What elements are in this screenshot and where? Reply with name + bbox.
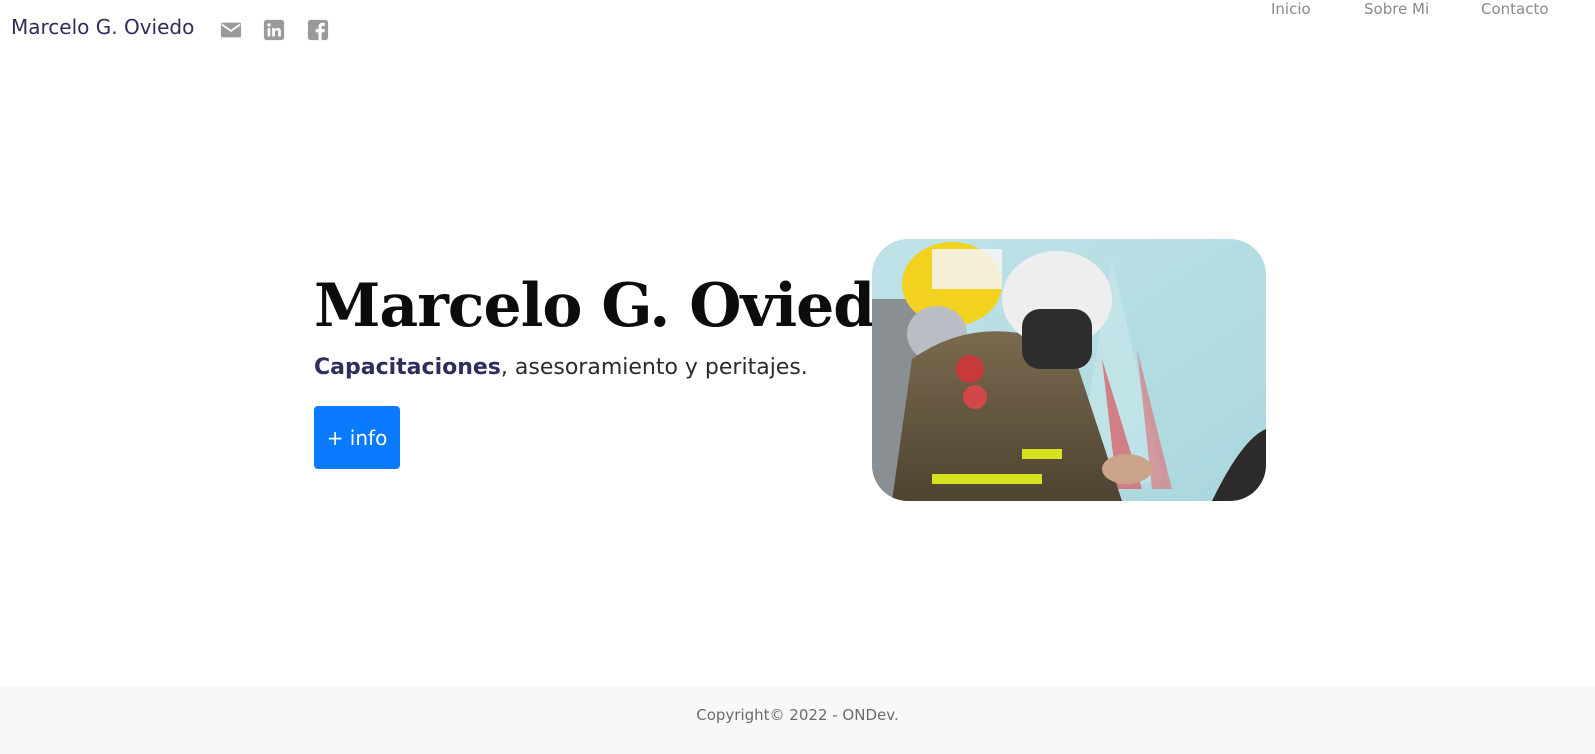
linkedin-icon-graphic [263,19,285,41]
firefighter-photo-graphic [872,239,1266,501]
nav-link-contacto[interactable]: Contacto [1481,0,1549,18]
hero-subtitle: Capacitaciones, asesoramiento y peritaje… [314,355,808,380]
hero-title: Marcelo G. Oviedo [314,271,914,341]
nav-link-sobre-mi[interactable]: Sobre Mi [1364,0,1429,18]
hero-subtitle-rest: , asesoramiento y peritajes. [500,355,808,380]
mail-icon[interactable] [220,19,242,41]
mail-icon-graphic [220,22,242,38]
footer: Copyright© 2022 - ONDev. [0,687,1595,754]
more-info-button[interactable]: + info [314,406,400,469]
brand-link[interactable]: Marcelo G. Oviedo [11,15,194,39]
linkedin-icon[interactable] [263,19,285,41]
footer-copyright: Copyright© 2022 - ONDev. [696,706,899,724]
facebook-icon[interactable] [307,19,329,41]
hero-subtitle-strong: Capacitaciones [314,355,501,380]
firefighter-photo [872,239,1266,501]
facebook-icon-graphic [307,19,329,41]
navbar: Marcelo G. Oviedo Inicio Sobre Mi Contac… [0,0,1595,56]
nav-link-inicio[interactable]: Inicio [1271,0,1311,18]
